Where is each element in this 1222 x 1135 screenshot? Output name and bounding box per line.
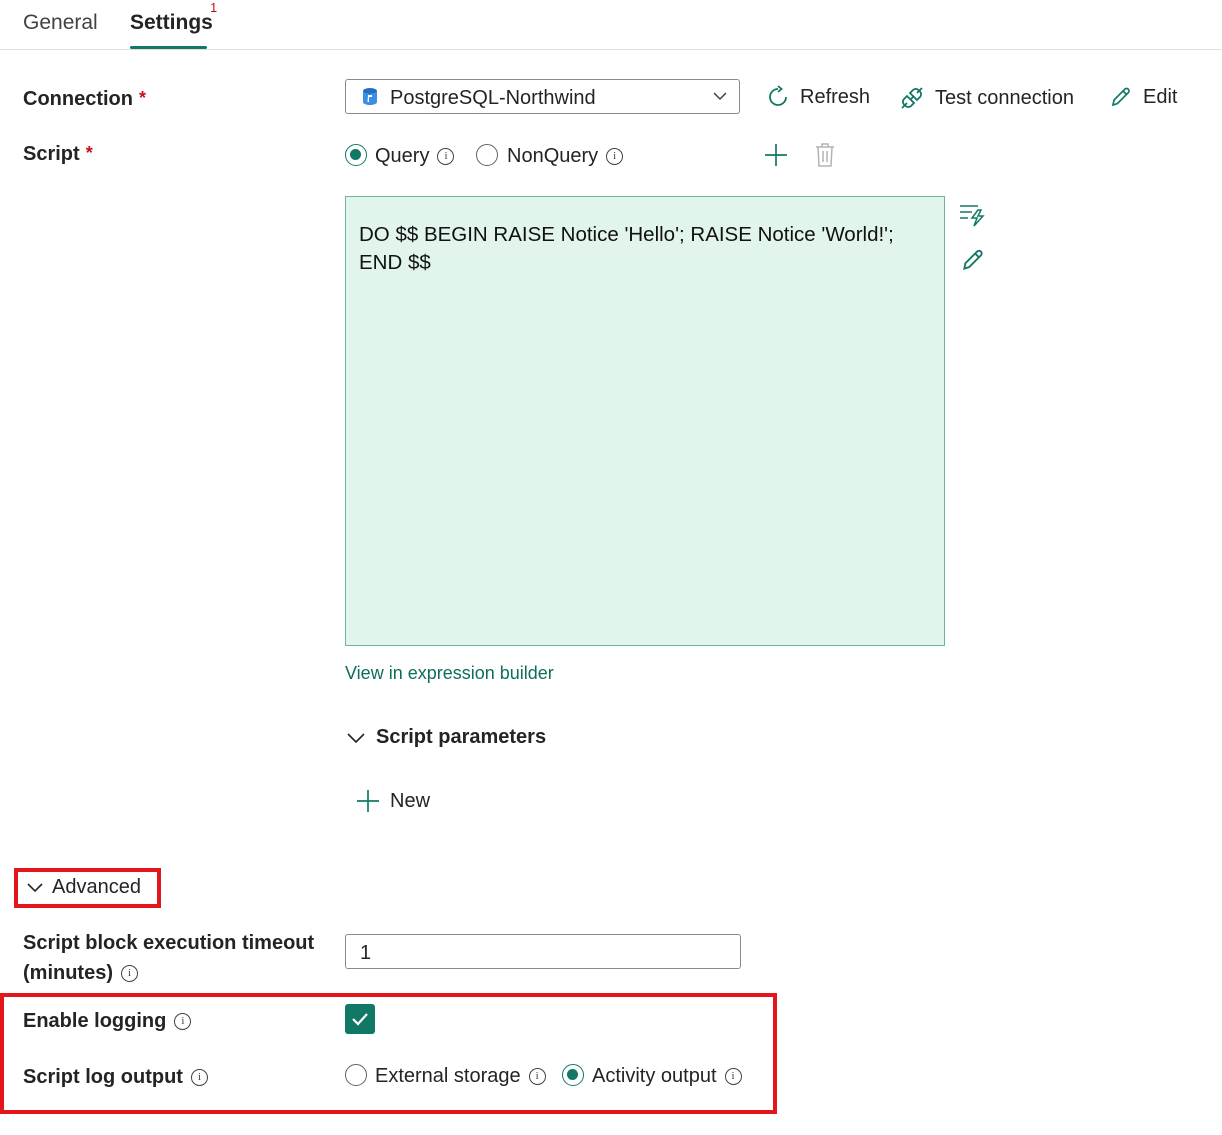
query-radio[interactable]	[345, 144, 367, 166]
advanced-toggle[interactable]: Advanced	[26, 876, 141, 899]
script-log-output-label: Script log output i	[23, 1066, 208, 1089]
required-marker: *	[85, 143, 93, 163]
plug-connection-icon	[899, 85, 935, 111]
enable-logging-label-text: Enable logging	[23, 1010, 167, 1032]
timeout-label-line2-text: (minutes)	[23, 962, 113, 984]
nonquery-label: NonQuery i	[507, 145, 624, 168]
activity-output-label-text: Activity output	[592, 1065, 717, 1087]
connection-label-text: Connection	[23, 88, 133, 110]
script-label: Script *	[23, 143, 93, 166]
script-editor[interactable]: DO $$ BEGIN RAISE Notice 'Hello'; RAISE …	[345, 196, 945, 646]
radio-button[interactable]	[345, 1064, 367, 1086]
activity-output-radio[interactable]	[562, 1064, 584, 1086]
new-label: New	[390, 789, 431, 812]
add-script-button[interactable]	[764, 143, 788, 167]
view-expression-builder-link[interactable]: View in expression builder	[345, 663, 554, 684]
info-icon[interactable]: i	[121, 965, 138, 982]
script-code[interactable]: DO $$ BEGIN RAISE Notice 'Hello'; RAISE …	[359, 221, 934, 277]
info-icon[interactable]: i	[174, 1013, 192, 1030]
script-label-text: Script	[23, 143, 80, 165]
edit-script-button[interactable]	[960, 247, 986, 273]
radio-button[interactable]	[476, 144, 498, 166]
postgresql-database-icon	[361, 87, 379, 107]
info-icon[interactable]: i	[190, 1069, 208, 1086]
external-storage-radio[interactable]	[345, 1064, 367, 1086]
refresh-icon	[766, 85, 800, 109]
test-connection-label: Test connection	[935, 86, 1074, 109]
script-parameters-label: Script parameters	[376, 726, 547, 748]
edit-connection-button[interactable]: Edit	[1109, 85, 1177, 109]
activity-output-label: Activity output i	[592, 1065, 742, 1088]
connection-selected-value: PostgreSQL-Northwind	[390, 87, 596, 109]
new-parameter-button[interactable]: New	[356, 789, 430, 813]
timeout-label: Script block execution timeout (minutes)…	[23, 928, 314, 988]
tab-general[interactable]: General	[23, 11, 98, 35]
external-storage-label-text: External storage	[375, 1065, 521, 1087]
radio-button-selected[interactable]	[345, 144, 367, 166]
required-marker: *	[139, 88, 147, 108]
advanced-label: Advanced	[52, 876, 141, 898]
connection-dropdown[interactable]: PostgreSQL-Northwind	[345, 79, 740, 114]
chevron-down-icon	[26, 882, 54, 894]
nonquery-label-text: NonQuery	[507, 145, 599, 167]
plus-icon	[356, 789, 390, 813]
pencil-icon	[1109, 85, 1143, 109]
radio-button-selected[interactable]	[562, 1064, 584, 1086]
trash-icon	[814, 142, 836, 168]
tab-settings[interactable]: Settings	[130, 11, 213, 35]
checkmark-icon	[345, 1004, 375, 1034]
external-storage-label: External storage i	[375, 1065, 546, 1088]
refresh-label: Refresh	[800, 85, 871, 108]
timeout-label-line2: (minutes) i	[23, 958, 314, 988]
nonquery-radio[interactable]	[476, 144, 498, 166]
info-icon[interactable]: i	[724, 1068, 742, 1085]
enable-logging-label: Enable logging i	[23, 1010, 192, 1033]
connection-label: Connection *	[23, 88, 146, 111]
info-icon[interactable]: i	[528, 1068, 546, 1085]
test-connection-button[interactable]: Test connection	[899, 85, 1074, 111]
enable-logging-checkbox[interactable]	[345, 1004, 375, 1034]
query-label: Query i	[375, 145, 455, 168]
timeout-input[interactable]: 1	[345, 934, 741, 969]
pencil-icon	[960, 247, 986, 273]
query-label-text: Query	[375, 145, 430, 167]
format-lightning-icon	[958, 203, 986, 227]
settings-error-badge: 1	[210, 0, 218, 15]
script-parameters-toggle[interactable]: Script parameters	[346, 726, 546, 749]
chevron-down-icon	[346, 732, 376, 744]
active-tab-indicator	[130, 46, 207, 49]
edit-label: Edit	[1143, 85, 1178, 108]
format-script-button[interactable]	[958, 203, 986, 227]
info-icon[interactable]: i	[437, 148, 455, 165]
chevron-down-icon	[713, 91, 727, 101]
refresh-button[interactable]: Refresh	[766, 85, 870, 109]
timeout-label-line1: Script block execution timeout	[23, 932, 315, 954]
plus-icon	[764, 143, 788, 167]
delete-script-button[interactable]	[814, 142, 836, 168]
info-icon[interactable]: i	[606, 148, 624, 165]
script-log-output-label-text: Script log output	[23, 1066, 183, 1088]
